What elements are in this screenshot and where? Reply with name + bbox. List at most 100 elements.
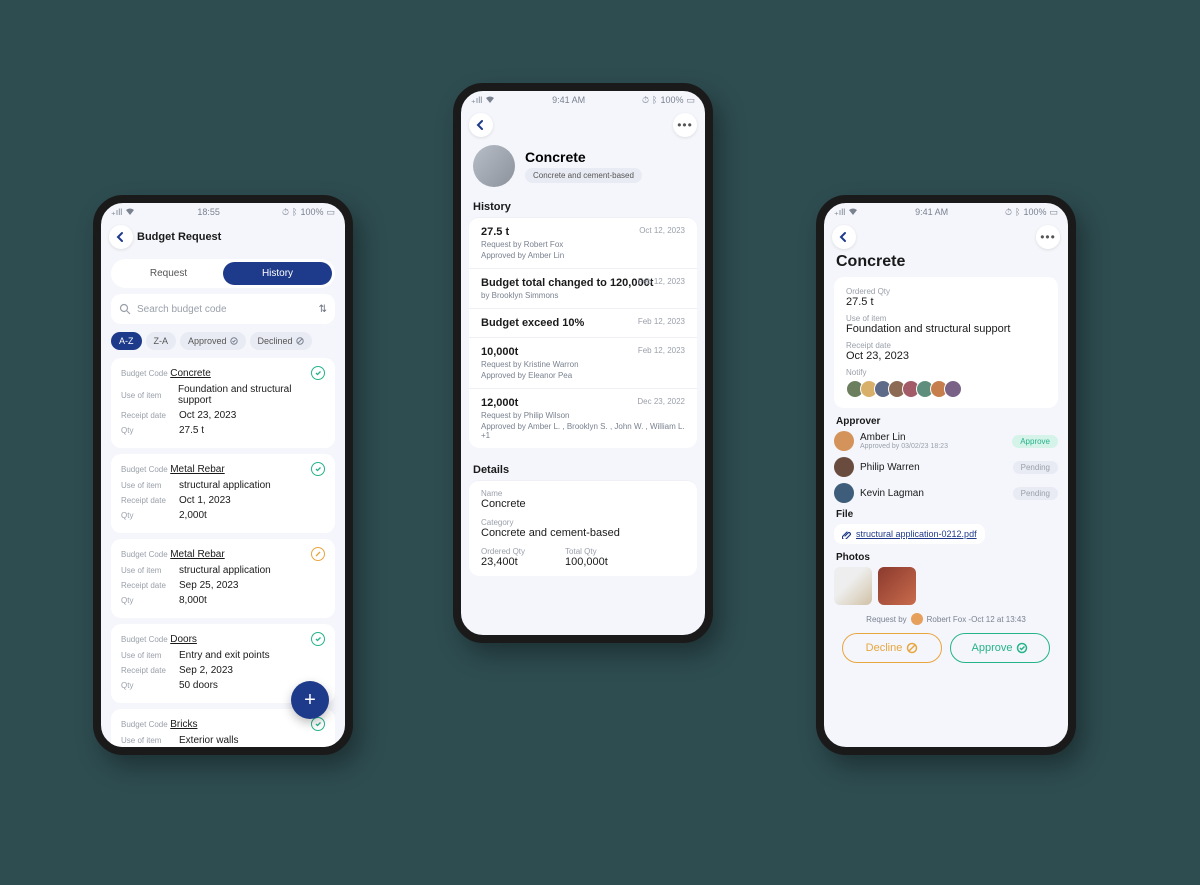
- photo-thumbnail[interactable]: [834, 567, 872, 605]
- alarm-icon: ⏱: [282, 207, 289, 218]
- signal-icon: ₊ıll: [471, 95, 482, 106]
- bluetooth-icon: ᛒ: [652, 95, 657, 105]
- history-item[interactable]: 10,000tRequest by Kristine WarronApprove…: [469, 337, 697, 388]
- qty-value: 50 doors: [179, 680, 218, 691]
- receipt-value: Oct 23, 2023: [179, 410, 236, 421]
- approver-meta: Approved by 03/02/23 18:23: [860, 443, 1006, 450]
- history-date: Dec 23, 2022: [637, 397, 685, 406]
- budget-item[interactable]: Budget Code Metal Rebar Use of itemstruc…: [111, 454, 335, 533]
- chip-approved[interactable]: Approved: [180, 332, 246, 350]
- back-button[interactable]: [469, 113, 493, 137]
- file-section-title: File: [836, 509, 1056, 520]
- receipt-value: Sep 25, 2023: [179, 580, 239, 591]
- category-label: Category: [481, 518, 685, 527]
- search-icon: [119, 303, 131, 315]
- chip-za[interactable]: Z-A: [146, 332, 177, 350]
- history-section-title: History: [461, 197, 705, 217]
- receipt-label: Receipt date: [121, 411, 179, 420]
- battery-label: 100%: [1023, 207, 1046, 217]
- more-button[interactable]: •••: [1036, 225, 1060, 249]
- bluetooth-icon: ᛒ: [292, 207, 297, 217]
- battery-icon: ▭: [1049, 207, 1058, 218]
- attachment-icon: [842, 529, 852, 539]
- details-list: Name Concrete Category Concrete and ceme…: [469, 480, 697, 576]
- budget-code-value[interactable]: Bricks: [170, 719, 197, 730]
- add-button[interactable]: +: [291, 681, 329, 719]
- total-qty-label: Total Qty: [565, 547, 608, 556]
- name-label: Name: [481, 489, 685, 498]
- page-title: Budget Request: [137, 231, 221, 243]
- history-date: Feb 12, 2023: [638, 317, 685, 326]
- back-button[interactable]: [832, 225, 856, 249]
- history-item[interactable]: 27.5 tRequest by Robert FoxApproved by A…: [469, 217, 697, 268]
- chip-declined[interactable]: Declined: [250, 332, 312, 350]
- more-button[interactable]: •••: [673, 113, 697, 137]
- status-icon: [311, 462, 325, 476]
- history-sub: Approved by Amber L. , Brooklyn S. , Joh…: [481, 422, 685, 440]
- receipt-value: Oct 1, 2023: [179, 495, 231, 506]
- signal-icon: ₊ıll: [111, 207, 122, 218]
- back-button[interactable]: [109, 225, 133, 249]
- history-list: 27.5 tRequest by Robert FoxApproved by A…: [469, 217, 697, 448]
- tab-history[interactable]: History: [223, 262, 332, 285]
- approval-detail-screen: ₊ıll 9:41 AM ⏱ᛒ100%▭ ••• Concrete Ordere…: [816, 195, 1076, 755]
- receipt-label: Receipt date: [121, 751, 179, 755]
- search-placeholder: Search budget code: [137, 304, 227, 315]
- qty-label: Qty: [121, 426, 179, 435]
- approver-row: Philip Warren Pending: [834, 457, 1058, 477]
- use-value: Foundation and structural support: [178, 384, 325, 406]
- budget-code-value[interactable]: Doors: [170, 634, 197, 645]
- status-bar: ₊ıll 9:41 AM ⏱ᛒ100%▭: [824, 203, 1068, 221]
- tab-request[interactable]: Request: [114, 262, 223, 285]
- budget-item[interactable]: Budget Code Metal Rebar Use of itemstruc…: [111, 539, 335, 618]
- receipt-value: Sep 1, 2023: [179, 750, 233, 755]
- budget-code-label: Budget Code: [121, 635, 168, 644]
- approver-section-title: Approver: [836, 416, 1056, 427]
- photo-thumbnail[interactable]: [878, 567, 916, 605]
- ordered-qty-value: 23,400t: [481, 556, 525, 568]
- status-bar: ₊ıll 18:55 ⏱ ᛒ 100% ▭: [101, 203, 345, 221]
- history-item[interactable]: 12,000tRequest by Philip WilsonApproved …: [469, 388, 697, 448]
- file-attachment[interactable]: structural application-0212.pdf: [834, 524, 985, 544]
- approver-avatar: [834, 483, 854, 503]
- approver-list: Amber Lin Approved by 03/02/23 18:23 App…: [834, 431, 1058, 503]
- notify-avatars: [846, 380, 1046, 398]
- approver-name: Philip Warren: [860, 462, 1007, 473]
- use-value: structural application: [179, 480, 271, 491]
- history-sub: Request by Robert Fox: [481, 240, 685, 249]
- approve-button[interactable]: Approve: [950, 633, 1050, 663]
- history-item[interactable]: Budget exceed 10%Feb 12, 2023: [469, 308, 697, 337]
- chip-az[interactable]: A-Z: [111, 332, 142, 350]
- use-value: Exterior walls: [179, 735, 238, 746]
- clock: 18:55: [197, 207, 220, 217]
- approver-avatar: [834, 457, 854, 477]
- budget-item[interactable]: Budget Code Concrete Use of itemFoundati…: [111, 358, 335, 448]
- search-input[interactable]: Search budget code ⇅: [111, 294, 335, 324]
- total-qty-value: 100,000t: [565, 556, 608, 568]
- decline-button[interactable]: Decline: [842, 633, 942, 663]
- details-section-title: Details: [461, 460, 705, 480]
- receipt-value: Sep 2, 2023: [179, 665, 233, 676]
- use-label: Use of item: [846, 314, 1046, 323]
- budget-code-value[interactable]: Concrete: [170, 368, 211, 379]
- bluetooth-icon: ᛒ: [1015, 207, 1020, 217]
- budget-request-screen: ₊ıll 18:55 ⏱ ᛒ 100% ▭ Budget Request Req…: [93, 195, 353, 755]
- material-category-chip: Concrete and cement-based: [525, 168, 642, 183]
- top-bar: Budget Request: [101, 221, 345, 253]
- signal-icon: ₊ıll: [834, 207, 845, 218]
- budget-code-value[interactable]: Metal Rebar: [170, 549, 224, 560]
- use-value: Foundation and structural support: [846, 323, 1046, 335]
- top-bar: •••: [824, 221, 1068, 253]
- avatar: [944, 380, 962, 398]
- filter-icon[interactable]: ⇅: [319, 304, 327, 315]
- notify-label: Notify: [846, 368, 1046, 377]
- status-icon: [311, 717, 325, 731]
- approver-row: Kevin Lagman Pending: [834, 483, 1058, 503]
- history-item[interactable]: Budget total changed to 120,000tby Brook…: [469, 268, 697, 308]
- file-name: structural application-0212.pdf: [856, 529, 977, 539]
- approver-badge: Approve: [1012, 435, 1058, 448]
- use-label: Use of item: [121, 481, 179, 490]
- budget-code-value[interactable]: Metal Rebar: [170, 464, 224, 475]
- clock: 9:41 AM: [552, 95, 585, 105]
- budget-code-label: Budget Code: [121, 720, 168, 729]
